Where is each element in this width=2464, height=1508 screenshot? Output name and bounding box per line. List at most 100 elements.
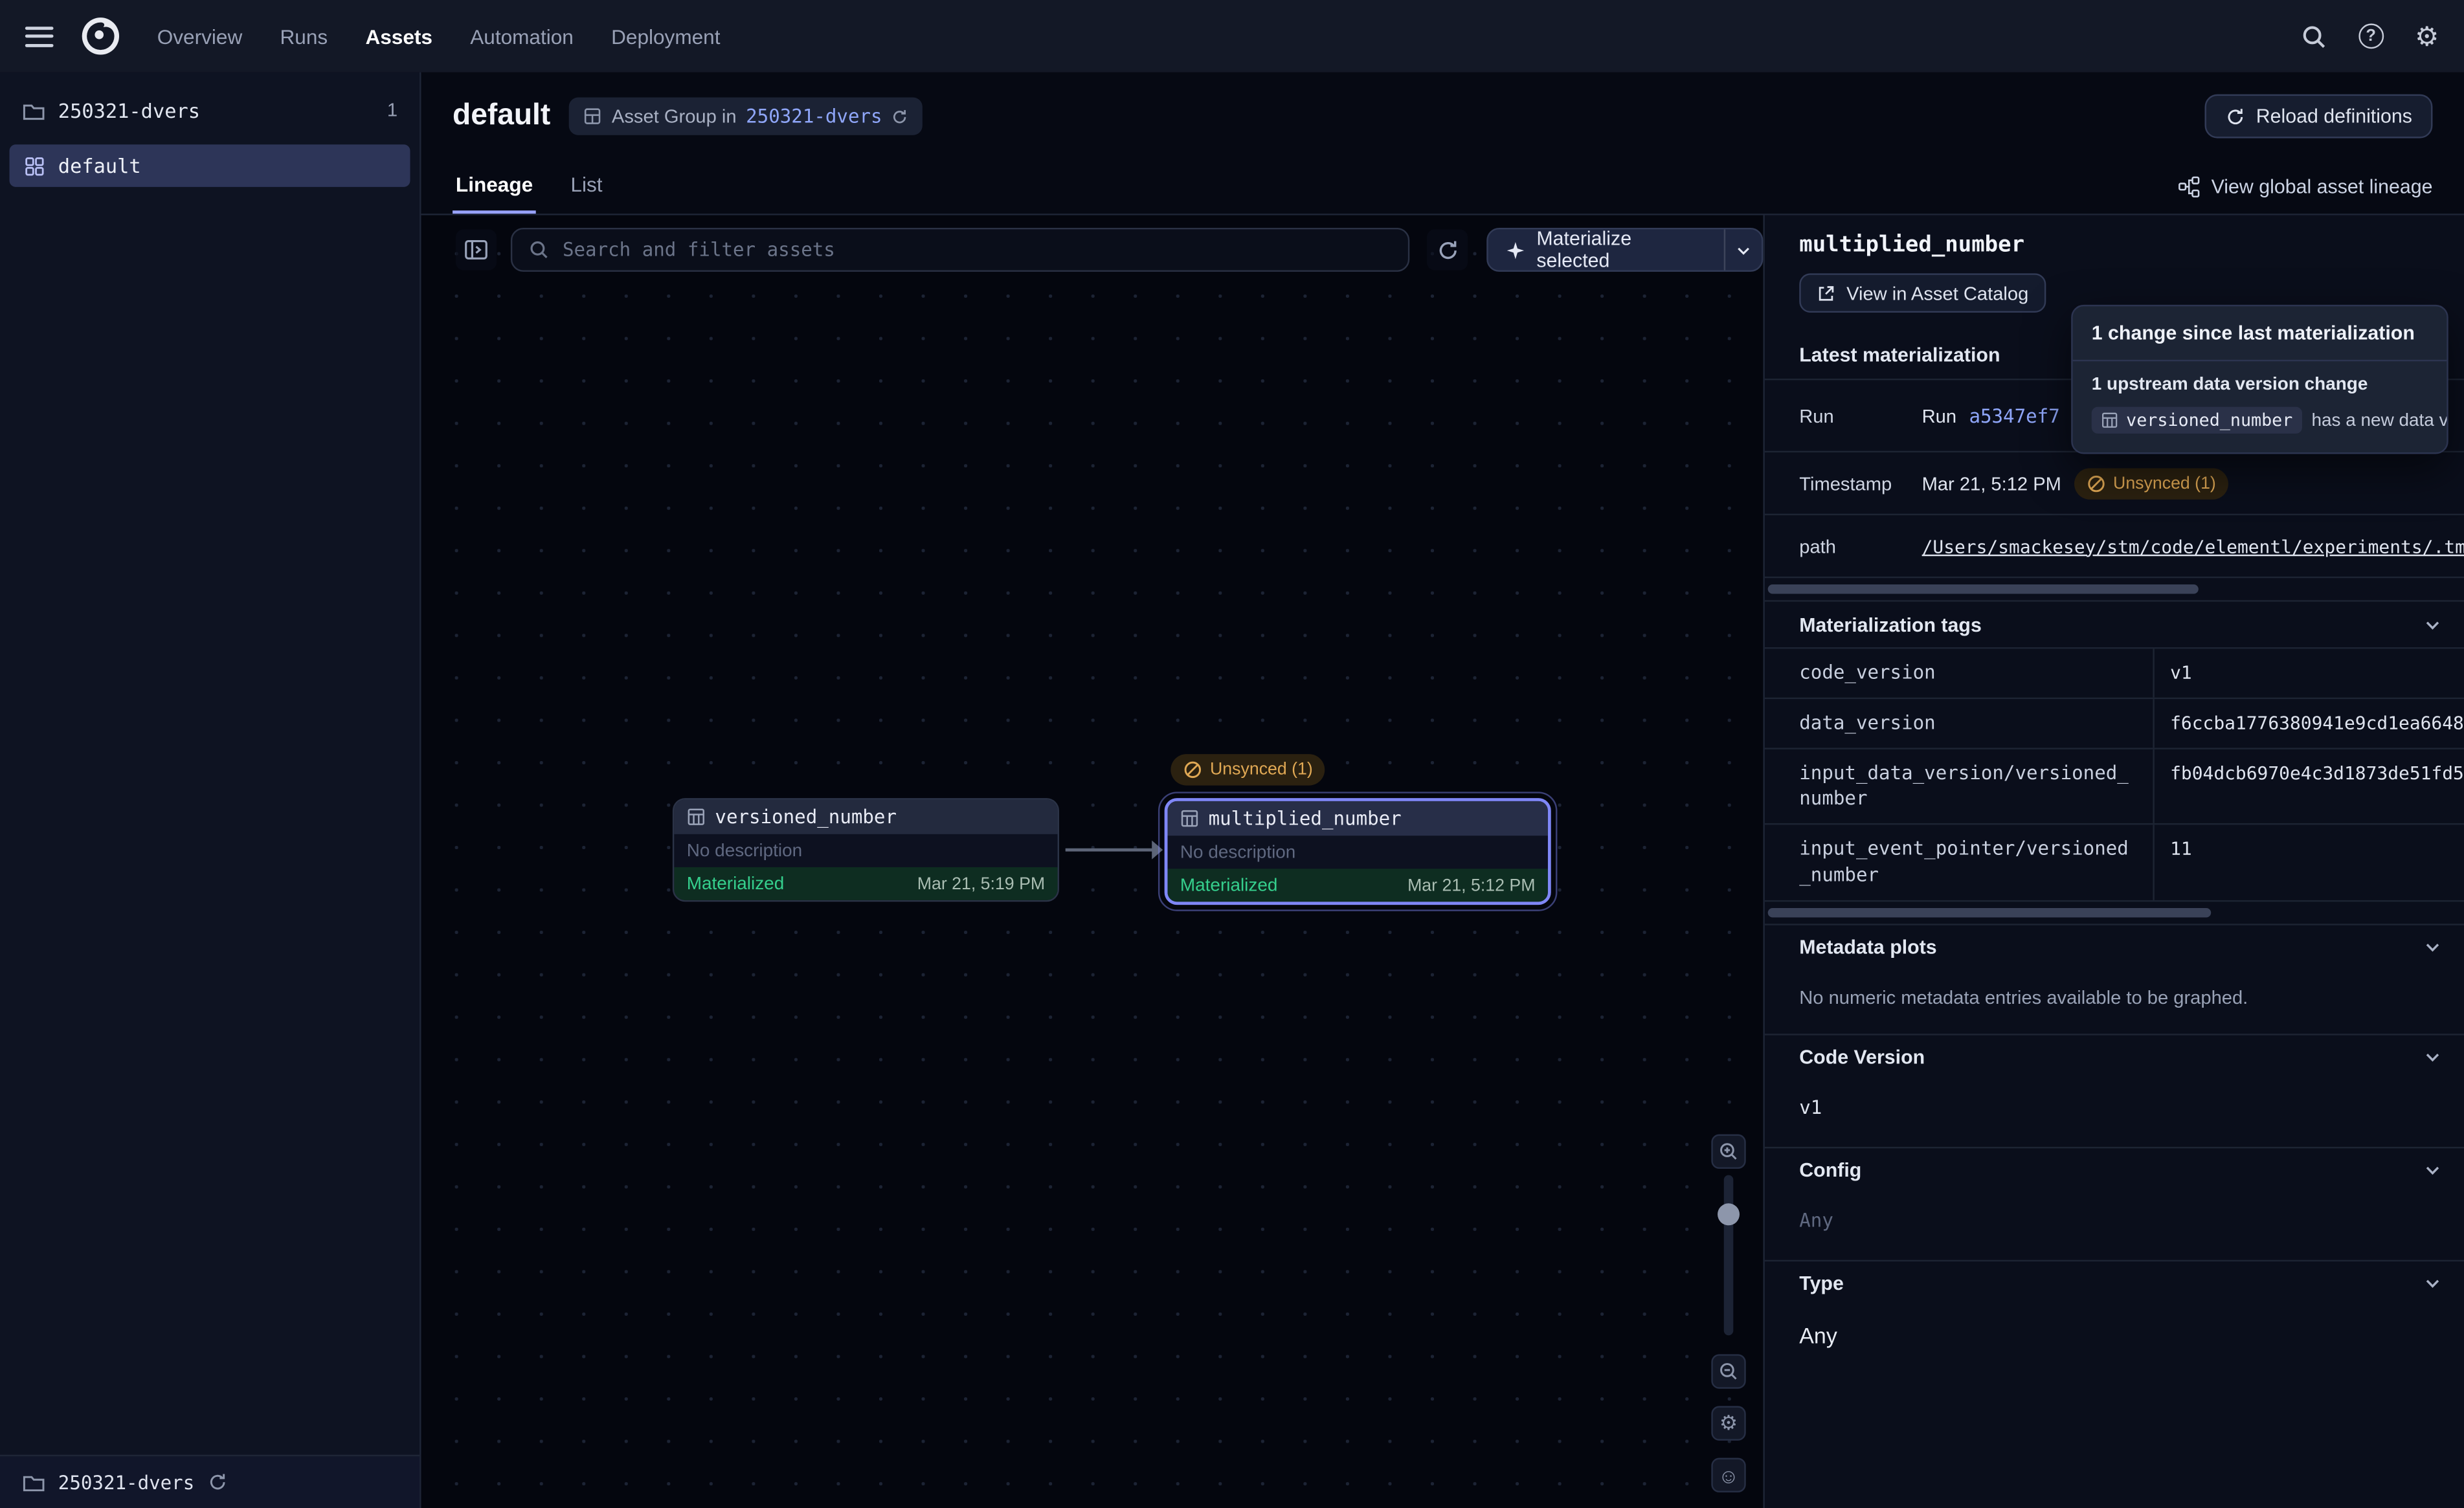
view-in-asset-catalog-button[interactable]: View in Asset Catalog xyxy=(1799,273,2046,313)
asset-chip-label: versioned_number xyxy=(2126,410,2292,431)
tag-row: data_version f6ccba1776380941e9cd1ea6648… xyxy=(1765,699,2464,749)
horizontal-scrollbar[interactable] xyxy=(1768,907,2211,917)
zoom-slider[interactable] xyxy=(1724,1175,1734,1336)
external-link-icon xyxy=(1817,283,1835,302)
run-id-link[interactable]: a5347ef7 xyxy=(1969,405,2059,427)
feedback-button[interactable]: ☺ xyxy=(1711,1458,1745,1492)
unsynced-badge[interactable]: Unsynced (1) xyxy=(1170,754,1325,787)
expand-sidebar-panel-button[interactable] xyxy=(456,229,497,270)
view-global-asset-lineage-link[interactable]: View global asset lineage xyxy=(2178,176,2433,214)
section-code-version: Code Version xyxy=(1765,1034,2464,1081)
nav-item-runs[interactable]: Runs xyxy=(280,25,328,48)
asset-search-box xyxy=(511,228,1409,272)
sidebar-item-default[interactable]: default xyxy=(10,144,410,187)
asset-groups-sidebar: 250321-dvers 1 default 250321-dvers xyxy=(0,72,421,1508)
nav-item-assets[interactable]: Assets xyxy=(365,25,432,48)
dagster-logo[interactable] xyxy=(78,14,122,58)
tab-lineage[interactable]: Lineage xyxy=(453,173,536,214)
tab-list[interactable]: List xyxy=(568,173,606,214)
sidebar-group-row[interactable]: 250321-dvers 1 xyxy=(0,82,420,138)
timestamp-label: Timestamp xyxy=(1799,472,1921,494)
zoom-in-button[interactable] xyxy=(1711,1135,1745,1169)
search-icon[interactable] xyxy=(2300,23,2327,49)
table-icon xyxy=(2101,412,2118,429)
popover-title: 1 change since last materialization xyxy=(2073,306,2447,360)
app-root: Overview Runs Assets Automation Deployme… xyxy=(0,0,2464,1508)
title-row: default Asset Group in 250321-dvers Relo… xyxy=(421,72,2464,139)
sparkle-icon xyxy=(1505,239,1525,260)
materialize-dropdown-caret[interactable] xyxy=(1725,229,1762,270)
asset-node-versioned-number[interactable]: versioned_number No description Material… xyxy=(673,798,1059,902)
settings-gear-icon[interactable]: ⚙ xyxy=(2415,23,2439,49)
nav-item-deployment[interactable]: Deployment xyxy=(611,25,720,48)
node-status: Materialized xyxy=(1180,876,1277,894)
collapse-chevron-icon[interactable] xyxy=(2423,1161,2442,1180)
section-heading: Config xyxy=(1799,1160,1861,1182)
asset-chip[interactable]: versioned_number xyxy=(2092,407,2302,434)
tabs-row: Lineage List View global asset lineage xyxy=(453,173,2432,214)
unsynced-badge[interactable]: Unsynced (1) xyxy=(2074,467,2228,499)
unsynced-badge-label: Unsynced (1) xyxy=(1210,760,1313,779)
path-link[interactable]: /Users/smackesey/stm/code/elementl/exper… xyxy=(1922,535,2464,557)
popover-message: has a new data version xyxy=(2311,411,2447,430)
folder-icon xyxy=(22,1470,45,1494)
node-title: versioned_number xyxy=(715,806,897,828)
collapse-chevron-icon[interactable] xyxy=(2423,938,2442,957)
materialize-selected-label: Materialize selected xyxy=(1536,228,1707,272)
collapse-chevron-icon[interactable] xyxy=(2423,1048,2442,1067)
run-label: Run xyxy=(1799,405,1921,427)
section-heading: Latest materialization xyxy=(1799,344,2000,366)
popover-subtitle: 1 upstream data version change xyxy=(2073,361,2447,402)
refresh-icon[interactable] xyxy=(891,107,909,125)
tag-key: data_version xyxy=(1765,699,2155,748)
grid-icon xyxy=(583,107,602,126)
tag-key: input_data_version/versioned_number xyxy=(1765,749,2155,824)
popover-change-row: versioned_number has a new data version xyxy=(2073,402,2447,452)
sidebar-footer[interactable]: 250321-dvers xyxy=(0,1455,420,1508)
graph-settings-button[interactable]: ⚙ xyxy=(1711,1406,1745,1440)
timestamp-value: Mar 21, 5:12 PM xyxy=(1922,472,2061,494)
refresh-graph-button[interactable] xyxy=(1427,229,1468,270)
search-assets-input[interactable] xyxy=(563,239,1393,261)
table-icon xyxy=(687,808,706,826)
section-config: Config xyxy=(1765,1146,2464,1193)
search-icon xyxy=(528,239,550,261)
topnav-actions: ? ⚙ xyxy=(2300,23,2439,49)
zoom-slider-handle[interactable] xyxy=(1718,1203,1740,1225)
main-nav: Overview Runs Assets Automation Deployme… xyxy=(157,25,721,48)
asset-node-multiplied-number[interactable]: multiplied_number No description Materia… xyxy=(1165,798,1551,905)
horizontal-scrollbar[interactable] xyxy=(1768,584,2199,594)
tag-value: f6ccba1776380941e9cd1ea66481d xyxy=(2155,699,2464,748)
collapse-chevron-icon[interactable] xyxy=(2423,1274,2442,1293)
collapse-chevron-icon[interactable] xyxy=(2423,615,2442,634)
node-status: Materialized xyxy=(687,874,784,893)
section-metadata-plots: Metadata plots xyxy=(1765,924,2464,971)
page-title: default xyxy=(453,99,550,133)
reload-definitions-button[interactable]: Reload definitions xyxy=(2204,94,2433,139)
node-timestamp: Mar 21, 5:19 PM xyxy=(917,874,1045,893)
nav-item-overview[interactable]: Overview xyxy=(157,25,243,48)
nav-item-automation[interactable]: Automation xyxy=(470,25,574,48)
node-timestamp: Mar 21, 5:12 PM xyxy=(1407,876,1535,894)
badge-code-location-link[interactable]: 250321-dvers xyxy=(746,105,882,128)
asset-group-badge[interactable]: Asset Group in 250321-dvers xyxy=(569,97,923,135)
section-heading: Materialization tags xyxy=(1799,614,1982,636)
top-navigation: Overview Runs Assets Automation Deployme… xyxy=(0,0,2464,72)
change-since-materialization-popover: 1 change since last materialization 1 up… xyxy=(2071,305,2448,454)
materialize-selected-button[interactable]: Materialize selected xyxy=(1486,228,1763,272)
tag-value: v1 xyxy=(2155,649,2464,697)
asset-group-icon xyxy=(23,155,45,177)
refresh-icon[interactable] xyxy=(207,1472,228,1492)
code-version-value: v1 xyxy=(1765,1080,2464,1146)
sidebar-group-name: 250321-dvers xyxy=(58,98,200,122)
node-title: multiplied_number xyxy=(1209,808,1402,830)
section-heading: Type xyxy=(1799,1273,1844,1295)
help-icon[interactable]: ? xyxy=(2358,23,2384,49)
lineage-canvas[interactable]: Materialize selected Unsynced (1) versio… xyxy=(421,216,1764,1508)
tag-row: input_data_version/versioned_number fb04… xyxy=(1765,749,2464,825)
section-heading: Metadata plots xyxy=(1799,937,1936,959)
zoom-out-button[interactable] xyxy=(1711,1354,1745,1388)
table-icon xyxy=(1180,809,1199,828)
hamburger-menu-icon[interactable] xyxy=(25,26,54,47)
view-global-asset-lineage-label: View global asset lineage xyxy=(2212,176,2433,198)
